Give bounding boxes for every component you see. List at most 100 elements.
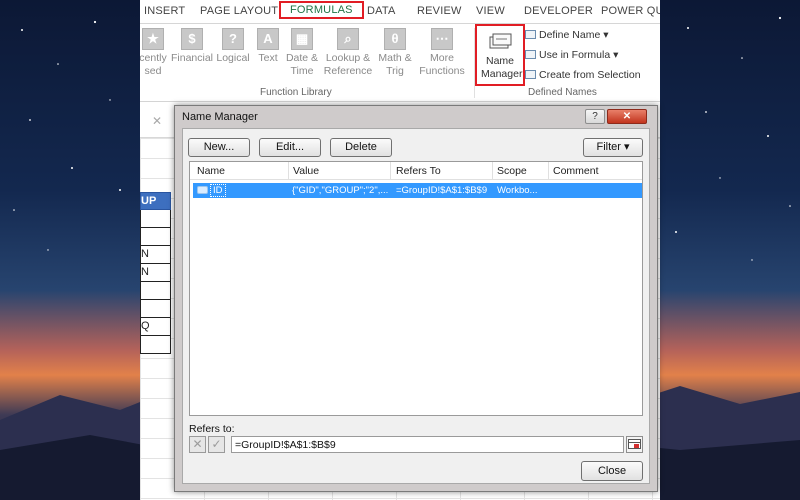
grid-cell[interactable]: Q	[140, 318, 171, 336]
row-scope: Workbo...	[497, 185, 538, 196]
dialog-close-button[interactable]: ✕	[607, 109, 647, 124]
tab-review[interactable]: REVIEW	[417, 5, 462, 17]
column-divider	[288, 162, 289, 180]
name-manager-dialog: Name Manager ? ✕ New... Edit... Delete F…	[174, 105, 658, 492]
recently-used-button[interactable]: ★ cently sed	[140, 28, 170, 78]
column-divider	[492, 162, 493, 180]
grid-cell[interactable]	[140, 300, 171, 318]
lookup-reference-button[interactable]: ⌕ Lookup & Reference	[322, 28, 374, 78]
text-label: Text	[258, 52, 278, 64]
header-cell[interactable]: UP	[140, 192, 171, 210]
grid-cell[interactable]	[140, 282, 171, 300]
function-library-group-label: Function Library	[260, 87, 332, 98]
question-icon: ?	[222, 28, 244, 50]
table-row[interactable]: ID {"GID","GROUP";"2",... =GroupID!$A$1:…	[193, 183, 642, 198]
column-divider	[548, 162, 549, 180]
math-trig-label-1: Math &	[378, 52, 412, 64]
row-name: ID	[213, 185, 223, 196]
create-from-selection-icon	[525, 70, 536, 79]
grid-cell[interactable]: N	[140, 264, 171, 282]
date-time-label-1: Date &	[285, 52, 319, 64]
confirm-edit-icon[interactable]: ✓	[208, 436, 225, 453]
use-in-formula-label: Use in Formula	[539, 49, 611, 61]
text-button[interactable]: A Text	[254, 28, 282, 65]
range-select-icon	[628, 439, 641, 449]
column-header-comment[interactable]: Comment	[553, 165, 599, 177]
math-trig-label-2: Trig	[386, 65, 404, 77]
recently-used-label-2: sed	[144, 65, 162, 77]
date-time-button[interactable]: ▦ Date & Time	[284, 28, 320, 78]
more-functions-label-2: Functions	[419, 65, 465, 77]
filter-label: Filter	[596, 141, 621, 153]
dialog-body: New... Edit... Delete Filter ▾ Name Valu…	[182, 128, 650, 484]
row-value: {"GID","GROUP";"2",...	[292, 185, 388, 196]
tab-formulas[interactable]: FORMULAS	[279, 1, 364, 19]
cancel-edit-icon[interactable]: ✕	[189, 436, 206, 453]
logical-label: Logical	[216, 52, 250, 64]
magnifier-icon: ⌕	[337, 28, 359, 50]
create-from-selection-button[interactable]: Create from Selection	[525, 69, 641, 81]
tab-power-query[interactable]: POWER QUE	[601, 5, 660, 17]
logical-button[interactable]: ? Logical	[214, 28, 252, 65]
create-from-selection-label: Create from Selection	[539, 69, 641, 81]
financial-button[interactable]: $ Financial	[170, 28, 214, 65]
name-manager-icon	[487, 29, 513, 53]
define-name-icon	[525, 30, 536, 39]
chevron-down-icon: ▾	[613, 49, 619, 61]
name-manager-label-2: Manager	[481, 68, 523, 80]
edit-button[interactable]: Edit...	[259, 138, 321, 157]
grid-cell[interactable]	[140, 336, 171, 354]
grid-cell[interactable]: N	[140, 246, 171, 264]
grid-cell[interactable]	[140, 210, 171, 228]
column-header-refers-to[interactable]: Refers To	[396, 165, 441, 177]
name-manager-label-1: Name	[485, 55, 514, 67]
recently-used-label-1: cently	[140, 52, 167, 64]
column-divider	[390, 162, 391, 180]
ribbon-tab-bar: INSERT PAGE LAYOUT FORMULAS DATA REVIEW …	[140, 0, 660, 24]
chevron-down-icon: ▾	[603, 29, 609, 41]
delete-button[interactable]: Delete	[330, 138, 392, 157]
formulas-ribbon: ★ cently sed $ Financial ? Logical A Tex…	[140, 24, 660, 102]
column-header-scope[interactable]: Scope	[497, 165, 527, 177]
tab-data[interactable]: DATA	[367, 5, 396, 17]
column-header-name[interactable]: Name	[197, 165, 225, 177]
star-icon: ★	[142, 28, 164, 50]
tab-view[interactable]: VIEW	[476, 5, 505, 17]
lookup-label-1: Lookup &	[325, 52, 371, 64]
filter-button[interactable]: Filter ▾	[583, 138, 643, 157]
math-trig-button[interactable]: θ Math & Trig	[376, 28, 414, 78]
define-name-button[interactable]: Define Name ▾	[525, 29, 608, 41]
close-button[interactable]: Close	[581, 461, 643, 481]
more-functions-button[interactable]: ⋯ More Functions	[416, 28, 468, 78]
defined-names-group-label: Defined Names	[528, 87, 597, 98]
refers-to-field[interactable]	[231, 436, 624, 453]
defined-name-icon	[197, 186, 208, 194]
tab-insert[interactable]: INSERT	[144, 5, 185, 17]
calendar-icon: ▦	[291, 28, 313, 50]
column-header-value[interactable]: Value	[293, 165, 319, 177]
names-list[interactable]: Name Value Refers To Scope Comment ID {"…	[189, 161, 643, 416]
tab-page-layout[interactable]: PAGE LAYOUT	[200, 5, 278, 17]
more-functions-icon: ⋯	[431, 28, 453, 50]
date-time-label-2: Time	[290, 65, 314, 77]
row-refers-to: =GroupID!$A$1:$B$9	[396, 185, 488, 196]
use-in-formula-button[interactable]: Use in Formula ▾	[525, 49, 618, 61]
financial-icon: $	[181, 28, 203, 50]
cancel-entry-icon[interactable]: ✕	[152, 114, 162, 128]
names-list-header: Name Value Refers To Scope Comment	[190, 162, 642, 180]
refers-to-label: Refers to:	[189, 423, 235, 435]
collapse-dialog-button[interactable]	[626, 436, 643, 453]
more-functions-label-1: More	[430, 52, 454, 64]
text-icon: A	[257, 28, 279, 50]
new-button[interactable]: New...	[188, 138, 250, 157]
lookup-label-2: Reference	[323, 65, 373, 77]
financial-label: Financial	[170, 52, 214, 64]
theta-icon: θ	[384, 28, 406, 50]
help-button[interactable]: ?	[585, 109, 605, 124]
tab-developer[interactable]: DEVELOPER	[524, 5, 593, 17]
use-in-formula-icon	[525, 50, 536, 59]
dialog-title: Name Manager	[182, 111, 258, 123]
name-manager-button[interactable]: Name Manager	[475, 24, 525, 86]
grid-cell[interactable]	[140, 228, 171, 246]
define-name-label: Define Name	[539, 29, 601, 41]
